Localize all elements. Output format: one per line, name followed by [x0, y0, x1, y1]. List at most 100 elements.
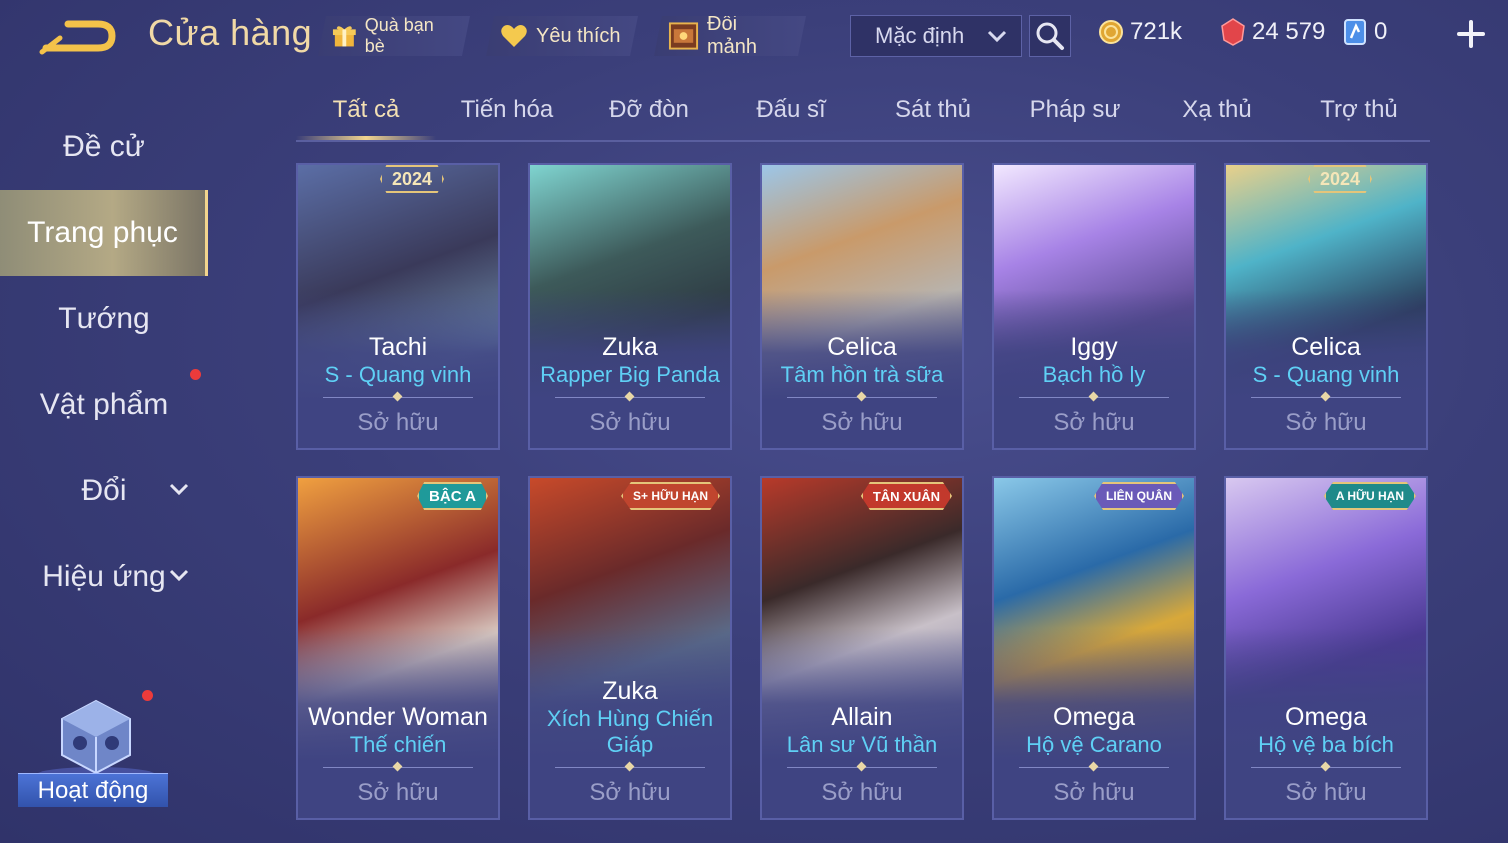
notification-dot	[190, 369, 201, 380]
hero-name: Iggy	[1070, 333, 1118, 361]
tab-label: Tiến hóa	[460, 96, 554, 123]
skin-grid: 2024 Tachi S - Quang vinh Sở hữu Zuka Ra…	[296, 163, 1430, 823]
exchange-fragments-button[interactable]: Đổi mảnh	[654, 16, 806, 56]
gold-amount: 721k	[1130, 18, 1183, 45]
tab-label: Tất cả	[332, 96, 400, 123]
card-info: Wonder Woman Thế chiến Sở hữu	[298, 702, 498, 818]
gem-balance: 24 579	[1220, 18, 1325, 46]
tab-all[interactable]: Tất cả	[296, 96, 436, 136]
activity-label: Hoạt động	[18, 773, 168, 807]
divider	[787, 760, 937, 776]
back-button[interactable]	[38, 14, 118, 58]
tab-support[interactable]: Trợ thủ	[1288, 96, 1430, 136]
gold-coin-icon	[1099, 20, 1123, 44]
tab-evolution[interactable]: Tiến hóa	[436, 96, 578, 136]
event-badge: TÂN XUÂN	[860, 482, 952, 510]
card-info: Zuka Rapper Big Panda Sở hữu	[530, 332, 730, 448]
hero-name: Celica	[1291, 333, 1361, 361]
skin-name: Thế chiến	[349, 732, 447, 757]
sidebar-item-label: Hiệu ứng	[42, 560, 166, 593]
owned-status: Sở hữu	[589, 779, 671, 806]
skin-name: S - Quang vinh	[1252, 362, 1400, 387]
tab-assassin[interactable]: Sát thủ	[862, 96, 1004, 136]
tab-fighter[interactable]: Đấu sĩ	[720, 96, 862, 136]
year-badge: 2024	[1307, 165, 1372, 193]
voucher-card-icon	[1344, 19, 1366, 45]
chevron-down-icon	[169, 483, 189, 496]
sidebar-item-items[interactable]: Vật phẩm	[0, 362, 208, 448]
divider	[555, 390, 705, 406]
gift-icon	[332, 23, 357, 49]
search-icon	[1036, 22, 1064, 50]
skin-card[interactable]: Celica Tâm hồn trà sữa Sở hữu	[760, 163, 964, 450]
event-badge: LIÊN QUÂN	[1094, 482, 1184, 510]
sidebar-item-effects[interactable]: Hiệu ứng	[0, 534, 208, 620]
divider	[1251, 760, 1401, 776]
sort-value: Mặc định	[875, 23, 965, 48]
card-info: Omega Hộ vệ Carano Sở hữu	[994, 702, 1194, 818]
skin-card[interactable]: 2024 Tachi S - Quang vinh Sở hữu	[296, 163, 500, 450]
skin-card[interactable]: 2024 Celica S - Quang vinh Sở hữu	[1224, 163, 1428, 450]
divider	[555, 760, 705, 776]
card-info: Allain Lân sư Vũ thần Sở hữu	[762, 702, 962, 818]
treasure-chest-icon	[668, 21, 699, 51]
tab-label: Sát thủ	[894, 96, 972, 123]
page-title: Cửa hàng	[148, 12, 313, 53]
owned-status: Sở hữu	[1053, 779, 1135, 806]
hero-name: Omega	[1285, 703, 1367, 731]
tab-label: Trợ thủ	[1320, 96, 1398, 123]
divider	[323, 390, 473, 406]
tab-label: Đấu sĩ	[756, 96, 826, 123]
skin-card[interactable]: LIÊN QUÂN Omega Hộ vệ Carano Sở hữu	[992, 476, 1196, 820]
skin-name: Tâm hồn trà sữa	[780, 362, 944, 387]
sidebar-item-heroes[interactable]: Tướng	[0, 276, 208, 362]
tab-tank[interactable]: Đỡ đòn	[578, 96, 720, 136]
skin-name: Lân sư Vũ thần	[786, 732, 938, 757]
hero-name: Allain	[831, 703, 893, 731]
tab-label: Pháp sư	[1029, 96, 1121, 123]
skin-card[interactable]: S+ HỮU HẠN Zuka Xích Hùng Chiến Giáp Sở …	[528, 476, 732, 820]
sidebar-item-label: Đổi	[81, 474, 127, 507]
skin-card[interactable]: Zuka Rapper Big Panda Sở hữu	[528, 163, 732, 450]
card-info: Celica S - Quang vinh Sở hữu	[1226, 332, 1426, 448]
ruby-gem-icon	[1221, 18, 1245, 46]
divider	[1251, 390, 1401, 406]
tab-mage[interactable]: Pháp sư	[1004, 96, 1146, 136]
divider	[1019, 760, 1169, 776]
skin-card[interactable]: Iggy Bạch hồ ly Sở hữu	[992, 163, 1196, 450]
divider	[1019, 390, 1169, 406]
skin-name: Hộ vệ Carano	[1026, 732, 1162, 757]
sidebar-item-skins[interactable]: Trang phục	[0, 190, 208, 276]
sidebar-item-featured[interactable]: Đề cử	[0, 104, 208, 190]
skin-card[interactable]: A HỮU HẠN Omega Hộ vệ ba bích Sở hữu	[1224, 476, 1428, 820]
card-info: Zuka Xích Hùng Chiến Giáp Sở hữu	[530, 676, 730, 818]
skin-card[interactable]: BẬC A Wonder Woman Thế chiến Sở hữu	[296, 476, 500, 820]
divider	[787, 390, 937, 406]
friend-gift-button[interactable]: Quà bạn bè	[318, 16, 470, 56]
hero-name: Omega	[1053, 703, 1135, 731]
tab-label: Xạ thủ	[1182, 96, 1252, 123]
skin-card[interactable]: TÂN XUÂN Allain Lân sư Vũ thần Sở hữu	[760, 476, 964, 820]
card-info: Celica Tâm hồn trà sữa Sở hữu	[762, 332, 962, 448]
sidebar-item-exchange[interactable]: Đổi	[0, 448, 208, 534]
tier-badge: A HỮU HẠN	[1323, 482, 1416, 510]
skin-name: Hộ vệ ba bích	[1258, 732, 1394, 757]
owned-status: Sở hữu	[1053, 409, 1135, 436]
favorite-button[interactable]: Yêu thích	[486, 16, 638, 56]
hero-name: Zuka	[602, 677, 658, 705]
heart-icon	[500, 23, 528, 49]
owned-status: Sở hữu	[357, 779, 439, 806]
skin-name: Rapper Big Panda	[540, 362, 720, 387]
activity-button[interactable]: Hoạt động	[18, 695, 168, 815]
activity-cube-icon	[36, 699, 156, 783]
skin-name: Xích Hùng Chiến Giáp	[546, 706, 714, 757]
card-info: Tachi S - Quang vinh Sở hữu	[298, 332, 498, 448]
add-currency-button[interactable]	[1455, 18, 1487, 50]
search-button[interactable]	[1029, 15, 1071, 57]
owned-status: Sở hữu	[1285, 779, 1367, 806]
divider	[323, 760, 473, 776]
card-info: Iggy Bạch hồ ly Sở hữu	[994, 332, 1194, 448]
tab-marksman[interactable]: Xạ thủ	[1146, 96, 1288, 136]
favorite-label: Yêu thích	[536, 24, 621, 47]
sort-dropdown[interactable]: Mặc định	[850, 15, 1022, 57]
